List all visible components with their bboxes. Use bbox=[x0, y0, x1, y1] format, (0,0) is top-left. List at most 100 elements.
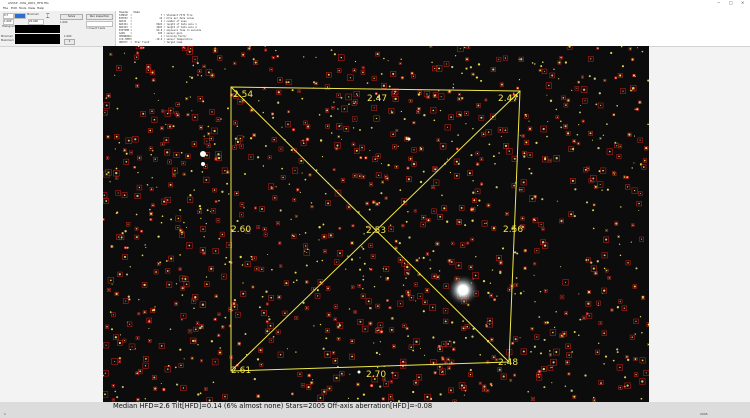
star bbox=[233, 306, 236, 308]
star bbox=[210, 340, 214, 343]
star bbox=[336, 144, 339, 147]
star bbox=[207, 71, 210, 74]
star bbox=[185, 97, 188, 100]
range-slider[interactable] bbox=[15, 34, 60, 44]
star bbox=[502, 375, 505, 378]
star bbox=[356, 397, 359, 400]
star bbox=[267, 253, 269, 256]
star bbox=[612, 359, 615, 362]
star bbox=[127, 223, 129, 225]
star bbox=[597, 342, 600, 345]
star bbox=[236, 140, 240, 144]
star bbox=[623, 307, 625, 309]
star bbox=[325, 109, 329, 112]
star bbox=[587, 290, 591, 294]
star bbox=[647, 323, 649, 326]
star bbox=[337, 108, 339, 110]
star bbox=[533, 274, 535, 276]
star bbox=[327, 313, 330, 316]
selected-field[interactable] bbox=[14, 13, 26, 19]
star bbox=[354, 118, 356, 120]
star bbox=[496, 359, 498, 361]
star bbox=[116, 107, 119, 110]
star bbox=[224, 316, 227, 319]
star bbox=[199, 326, 202, 330]
star bbox=[175, 302, 178, 305]
star bbox=[221, 233, 224, 236]
star bbox=[184, 277, 187, 281]
star bbox=[470, 208, 473, 211]
star bbox=[529, 154, 531, 156]
flip-checkbox[interactable]: ☐ Invert Y-axis bbox=[86, 27, 105, 30]
star bbox=[198, 211, 201, 213]
star bbox=[645, 372, 647, 374]
run-inspection-button[interactable]: Run inspection bbox=[86, 14, 113, 20]
star bbox=[106, 325, 108, 328]
star bbox=[555, 108, 558, 111]
star bbox=[588, 315, 590, 317]
star bbox=[439, 215, 442, 218]
range-dropdown[interactable]: ▾ bbox=[64, 39, 75, 45]
star bbox=[472, 73, 474, 75]
star bbox=[179, 209, 182, 211]
star bbox=[165, 123, 167, 125]
star bbox=[326, 125, 329, 127]
star bbox=[445, 285, 447, 287]
star bbox=[265, 49, 267, 51]
star bbox=[611, 309, 613, 311]
star bbox=[281, 126, 283, 128]
star bbox=[534, 63, 536, 65]
star bbox=[407, 178, 411, 181]
star bbox=[295, 215, 297, 217]
star bbox=[393, 146, 396, 148]
star bbox=[186, 154, 190, 158]
star bbox=[150, 153, 152, 156]
solve-button[interactable]: Solve bbox=[60, 14, 83, 20]
star bbox=[417, 107, 420, 110]
star bbox=[176, 114, 179, 117]
star bbox=[254, 61, 257, 64]
star bbox=[389, 395, 392, 398]
star bbox=[458, 98, 461, 100]
star bbox=[323, 390, 326, 393]
star bbox=[137, 398, 139, 401]
star bbox=[261, 208, 263, 210]
star bbox=[584, 168, 587, 171]
star bbox=[241, 203, 243, 206]
star bbox=[443, 207, 446, 210]
star bbox=[198, 70, 201, 72]
star bbox=[568, 46, 571, 48]
star bbox=[167, 368, 169, 370]
star bbox=[254, 207, 257, 209]
star bbox=[135, 56, 138, 58]
star bbox=[294, 170, 296, 172]
star bbox=[137, 46, 140, 48]
star bbox=[228, 260, 231, 263]
star bbox=[136, 52, 139, 54]
fits-header-memo[interactable]: Header Stats SIMPLE = T / Standard FITS … bbox=[115, 11, 750, 46]
star bbox=[376, 202, 379, 206]
star bbox=[373, 342, 375, 344]
star bbox=[196, 62, 199, 65]
star bbox=[558, 61, 561, 64]
star bbox=[399, 62, 401, 65]
star bbox=[419, 347, 422, 350]
star bbox=[304, 178, 307, 181]
star bbox=[323, 235, 326, 238]
star bbox=[379, 353, 381, 356]
gamma-field[interactable]: 1.000 bbox=[60, 21, 67, 24]
star bbox=[549, 160, 551, 162]
star bbox=[286, 348, 288, 350]
star bbox=[252, 286, 254, 288]
star bbox=[493, 298, 496, 301]
star bbox=[418, 257, 421, 259]
star bbox=[242, 53, 245, 56]
star bbox=[253, 377, 256, 381]
star bbox=[217, 153, 220, 156]
star bbox=[445, 310, 447, 312]
star bbox=[570, 389, 573, 392]
star bbox=[444, 320, 447, 323]
image-viewer[interactable]: 2.54 2.47 2.47 2.60 2.53 2.56 2.61 2.70 … bbox=[103, 46, 649, 402]
star bbox=[590, 180, 592, 182]
star bbox=[640, 397, 643, 400]
